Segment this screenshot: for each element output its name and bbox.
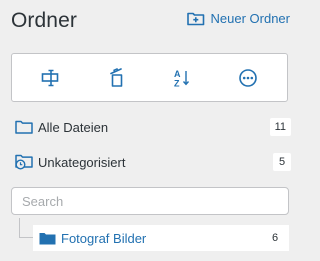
- folder-clock-icon: [15, 154, 35, 170]
- tree-folder-count: 6: [271, 232, 279, 244]
- delete-button[interactable]: [97, 58, 137, 98]
- rename-button[interactable]: [31, 58, 71, 98]
- search-input[interactable]: [11, 187, 289, 215]
- svg-text:A: A: [174, 69, 181, 79]
- delete-icon: [109, 67, 125, 88]
- folder-toolbar: A Z: [11, 53, 288, 102]
- new-folder-button[interactable]: Neuer Ordner: [186, 11, 290, 26]
- folder-all-files-label: Alle Dateien: [38, 119, 109, 135]
- tree-folder-item[interactable]: Fotograf Bilder 6: [33, 225, 289, 251]
- new-folder-label: Neuer Ordner: [210, 11, 290, 26]
- folder-filled-icon: [39, 231, 57, 245]
- tree-connector-line: [19, 218, 33, 238]
- more-options-icon: [238, 68, 258, 88]
- folder-count-badge: 11: [269, 118, 291, 136]
- rename-icon: [41, 69, 61, 87]
- folder-count-badge: 5: [273, 153, 291, 171]
- folder-icon: [15, 119, 35, 135]
- svg-text:Z: Z: [174, 78, 180, 88]
- page-title: Ordner: [11, 9, 77, 32]
- sort-az-icon: A Z: [173, 68, 191, 88]
- folder-uncategorized[interactable]: Unkategorisiert 5: [15, 151, 291, 173]
- sort-button[interactable]: A Z: [162, 58, 202, 98]
- header: Ordner Neuer Ordner: [11, 8, 290, 34]
- folder-all-files[interactable]: Alle Dateien 11: [15, 116, 291, 138]
- folder-uncategorized-label: Unkategorisiert: [38, 154, 126, 170]
- more-options-button[interactable]: [228, 58, 268, 98]
- add-folder-icon: [186, 11, 205, 26]
- tree-folder-label: Fotograf Bilder: [61, 230, 147, 246]
